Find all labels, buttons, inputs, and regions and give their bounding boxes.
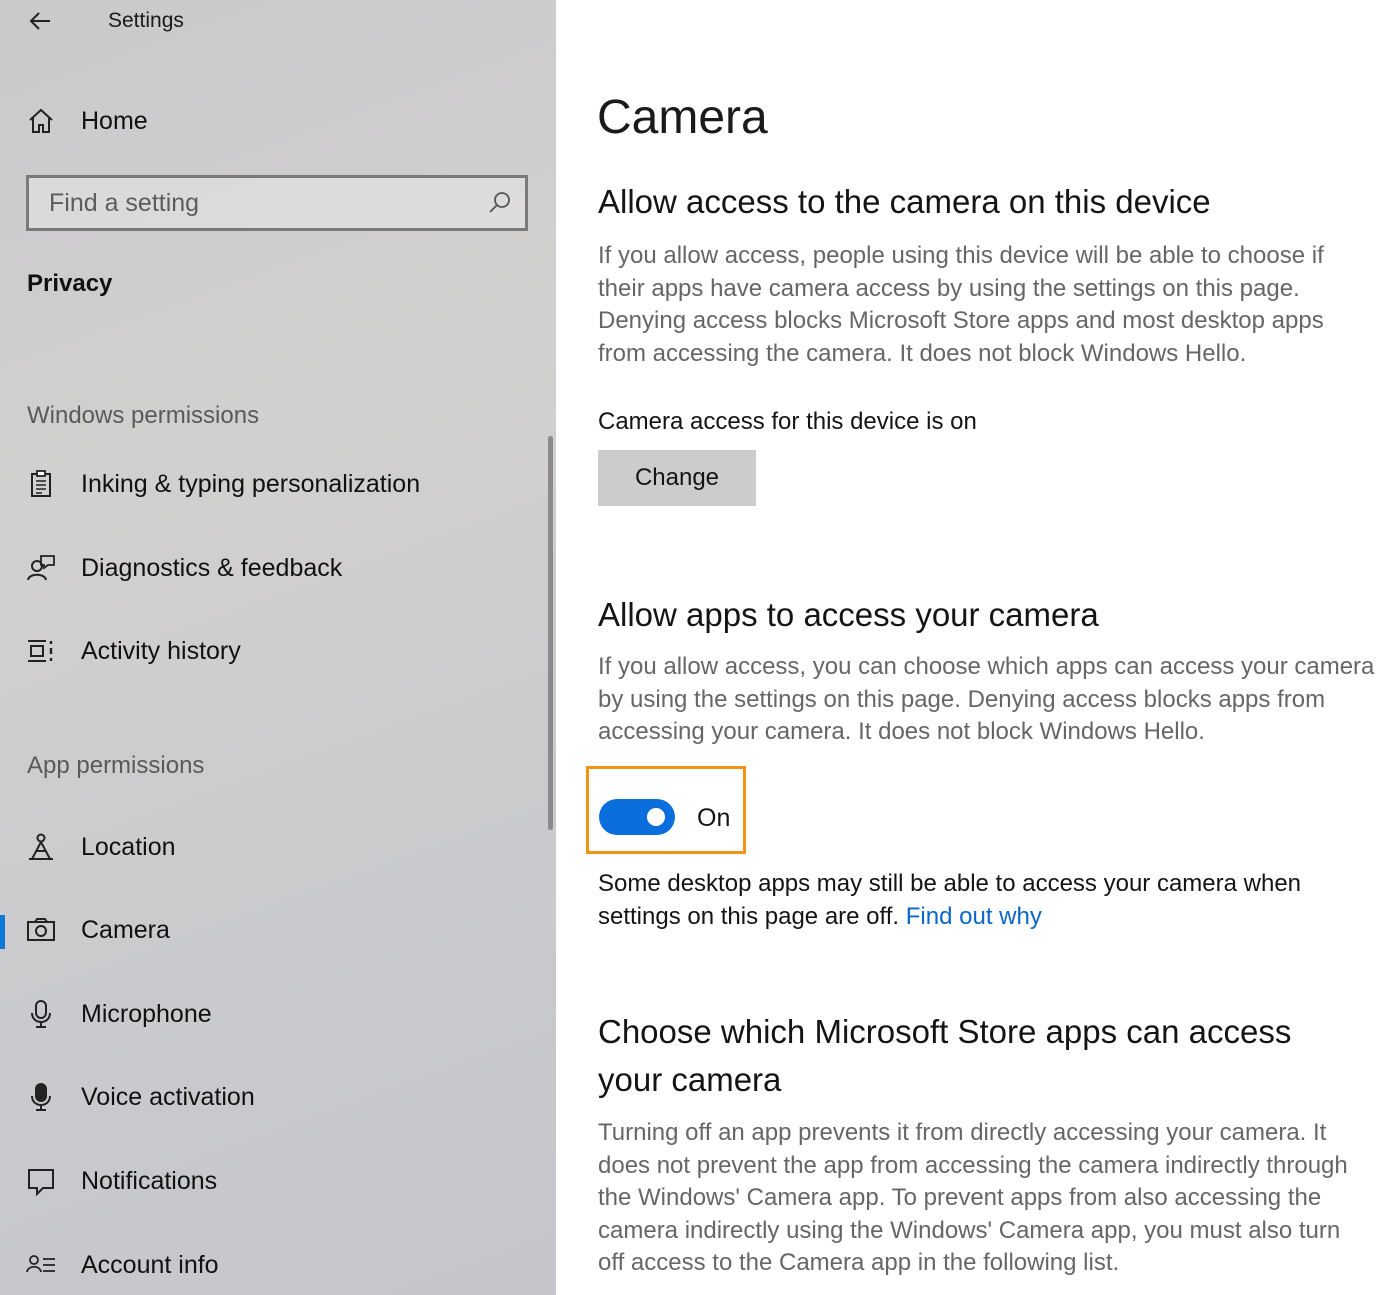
sidebar-item-home[interactable]: Home [0, 91, 556, 151]
sidebar-item-label: Camera [81, 915, 170, 944]
account-info-icon [24, 1248, 58, 1282]
apps-access-description: If you allow access, you can choose whic… [598, 653, 1375, 745]
sidebar-item-label: Account info [81, 1250, 219, 1279]
toggle-knob [647, 808, 665, 826]
sidebar-item-voice-activation[interactable]: Voice activation [0, 1067, 556, 1127]
search-input[interactable] [29, 178, 489, 228]
search-box [26, 175, 528, 231]
search-icon[interactable] [487, 190, 513, 216]
sidebar-item-notifications[interactable]: Notifications [0, 1151, 556, 1211]
section-title: Privacy [27, 270, 113, 297]
desktop-apps-note: Some desktop apps may still be able to a… [598, 870, 1302, 930]
sidebar-item-activity-history[interactable]: Activity history [0, 621, 556, 681]
apps-access-heading: Allow apps to access your camera [598, 596, 1099, 633]
group-label-app-permissions: App permissions [27, 752, 205, 779]
window-title: Settings [108, 9, 184, 32]
sidebar-item-diagnostics-feedback[interactable]: Diagnostics & feedback [0, 538, 556, 598]
group-label-windows-permissions: Windows permissions [27, 402, 260, 429]
sidebar-item-camera[interactable]: Camera [0, 900, 556, 960]
sidebar-item-microphone[interactable]: Microphone [0, 984, 556, 1044]
sidebar-item-account-info[interactable]: Account info [0, 1235, 556, 1295]
device-access-heading: Allow access to the camera on this devic… [598, 183, 1211, 220]
device-access-status: Camera access for this device is on [598, 408, 977, 435]
sidebar-item-label: Activity history [81, 636, 241, 665]
sidebar-item-inking-typing[interactable]: Inking & typing personalization [0, 454, 556, 514]
microphone-icon [24, 997, 58, 1031]
device-access-description: If you allow access, people using this d… [598, 242, 1324, 367]
sidebar-item-label: Microphone [81, 999, 212, 1028]
activity-history-icon [24, 634, 58, 668]
camera-icon [24, 913, 58, 947]
sidebar-item-label: Notifications [81, 1166, 218, 1195]
back-arrow-icon[interactable] [24, 4, 58, 38]
clipboard-icon [24, 467, 58, 501]
sidebar-item-label: Inking & typing personalization [81, 469, 421, 498]
sidebar-item-label: Location [81, 832, 176, 861]
voice-activation-icon [24, 1080, 58, 1114]
highlight-frame: On [586, 766, 746, 854]
toggle-state-label: On [697, 804, 731, 832]
home-icon [24, 104, 58, 138]
main-content: Camera Allow access to the camera on thi… [556, 0, 1400, 1295]
sidebar-item-label: Voice activation [81, 1082, 255, 1111]
apps-access-toggle[interactable] [599, 799, 675, 835]
sidebar-item-location[interactable]: Location [0, 817, 556, 877]
sidebar-scrollbar[interactable] [548, 436, 553, 830]
sidebar-item-label: Home [81, 106, 148, 135]
sidebar-item-label: Diagnostics & feedback [81, 553, 343, 582]
store-apps-description: Turning off an app prevents it from dire… [598, 1119, 1348, 1276]
person-feedback-icon [24, 551, 58, 585]
store-apps-heading: Choose which Microsoft Store apps can ac… [598, 1013, 1292, 1098]
location-icon [24, 830, 58, 864]
notifications-icon [24, 1164, 58, 1198]
find-out-why-link[interactable]: Find out why [906, 903, 1042, 930]
sidebar: Settings Home Privacy Windows permission… [0, 0, 556, 1295]
page-title: Camera [597, 91, 768, 144]
change-button[interactable]: Change [598, 450, 756, 506]
selection-indicator [0, 915, 5, 949]
